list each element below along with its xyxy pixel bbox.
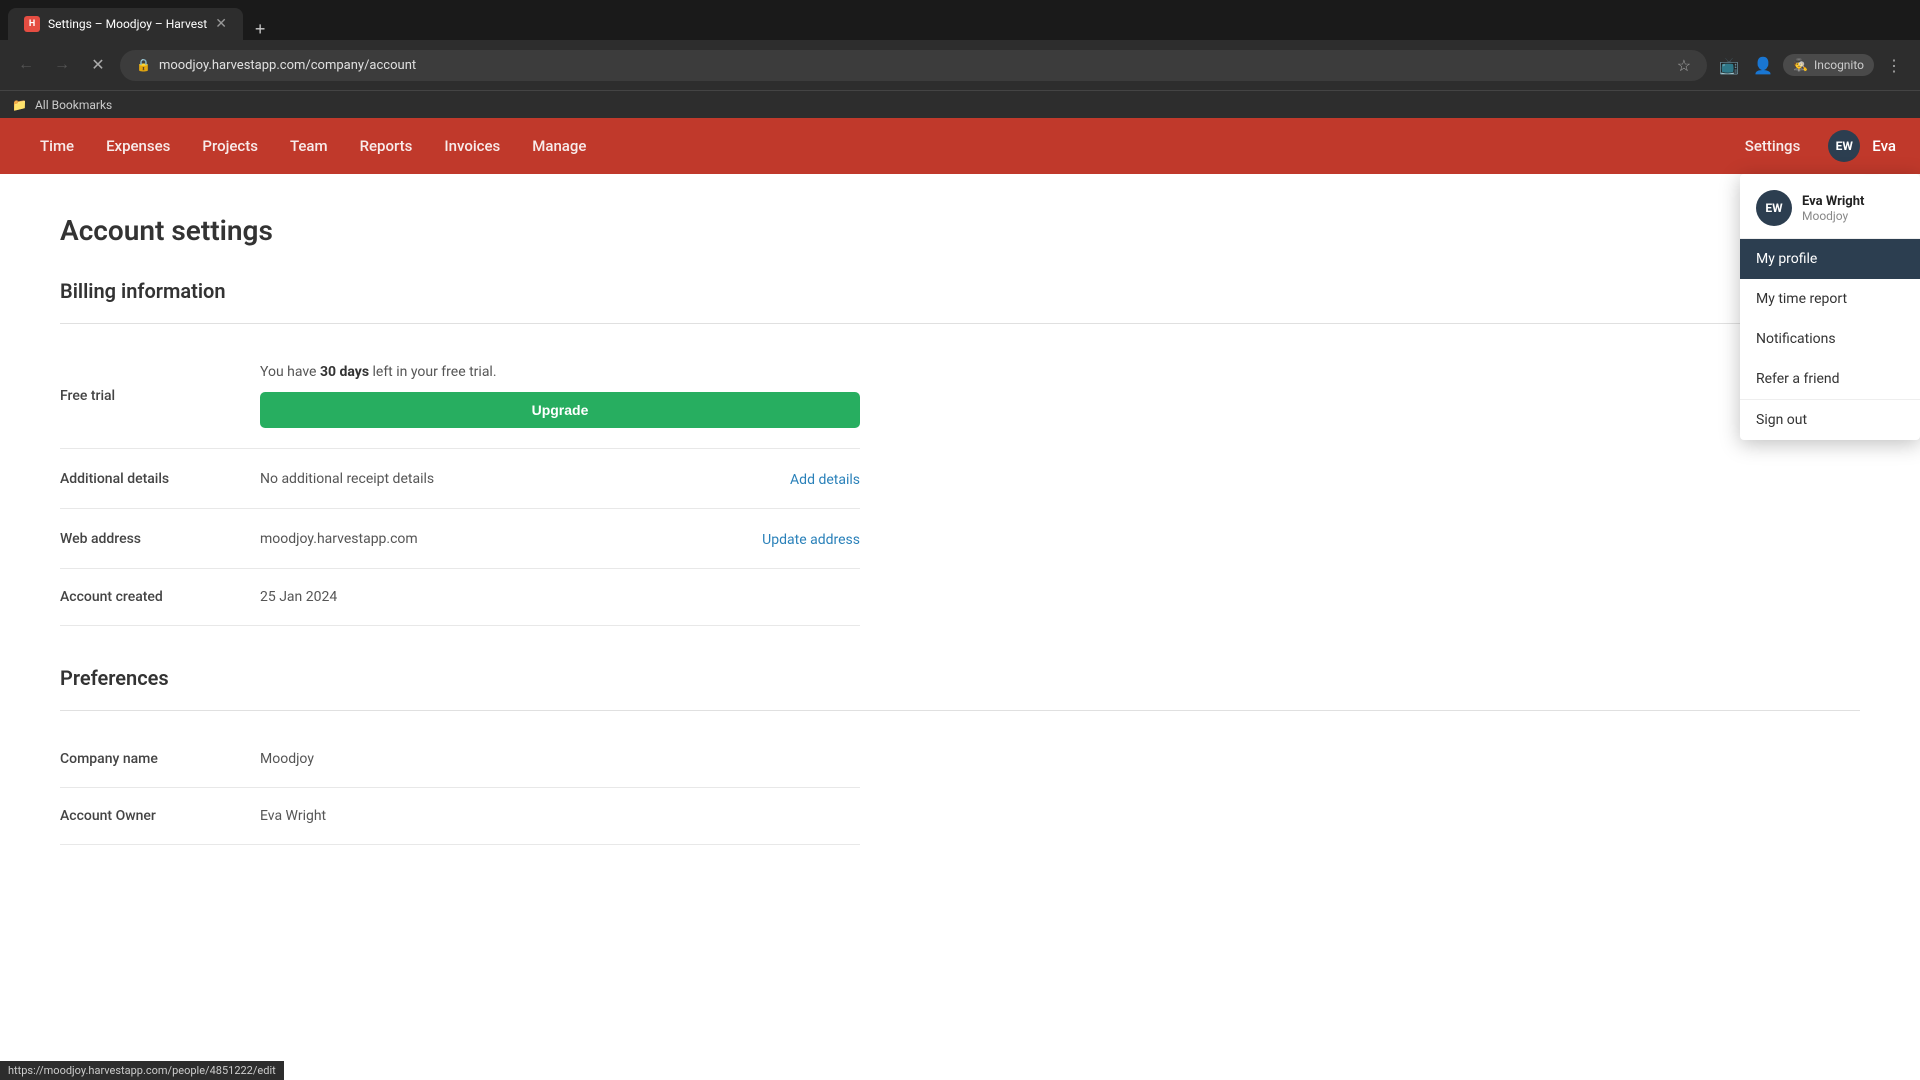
app-nav-container: Time Expenses Projects Team Reports Invo… [0, 118, 1920, 174]
dropdown-item-sign-out[interactable]: Sign out [1740, 400, 1920, 440]
account-owner-row: Account Owner Eva Wright [60, 788, 860, 845]
menu-icon[interactable]: ⋮ [1880, 51, 1908, 79]
dropdown-user-org: Moodjoy [1802, 209, 1864, 223]
incognito-icon: 🕵 [1793, 58, 1808, 72]
billing-section-title: Billing information [60, 279, 1860, 303]
forward-button[interactable]: → [48, 51, 76, 79]
update-address-link[interactable]: Update address [762, 532, 860, 548]
nav-right: Settings EW Eva [1729, 118, 1896, 174]
account-created-value: 25 Jan 2024 [260, 589, 860, 605]
nav-manage[interactable]: Manage [516, 118, 602, 174]
lock-icon: 🔒 [136, 58, 151, 72]
nav-team[interactable]: Team [274, 118, 344, 174]
additional-details-label: Additional details [60, 471, 260, 487]
add-details-action[interactable]: Add details [790, 469, 860, 488]
address-text: moodjoy.harvestapp.com/company/account [159, 58, 1669, 73]
user-name-button[interactable]: Eva [1872, 137, 1896, 155]
account-owner-label: Account Owner [60, 808, 260, 824]
dropdown-item-my-profile[interactable]: My profile [1740, 239, 1920, 279]
dropdown-user-name: Eva Wright [1802, 194, 1864, 209]
dropdown-menu: EW Eva Wright Moodjoy My profile My time… [1740, 174, 1920, 440]
incognito-badge: 🕵 Incognito [1783, 54, 1874, 76]
free-trial-value: You have 30 days left in your free trial… [260, 364, 860, 428]
additional-details-value: No additional receipt details [260, 471, 790, 487]
new-tab-button[interactable]: + [247, 19, 274, 40]
free-trial-label: Free trial [60, 388, 260, 404]
browser-toolbar: ← → ✕ 🔒 moodjoy.harvestapp.com/company/a… [0, 40, 1920, 90]
account-owner-value: Eva Wright [260, 808, 860, 824]
app-nav: Time Expenses Projects Team Reports Invo… [0, 118, 1920, 174]
nav-reports[interactable]: Reports [344, 118, 429, 174]
nav-time[interactable]: Time [24, 118, 90, 174]
address-bar[interactable]: 🔒 moodjoy.harvestapp.com/company/account… [120, 50, 1707, 81]
cast-icon[interactable]: 📺 [1715, 51, 1743, 79]
free-trial-row: Free trial You have 30 days left in your… [60, 344, 860, 449]
status-bar: https://moodjoy.harvestapp.com/people/48… [0, 1061, 284, 1080]
dropdown-user-info: Eva Wright Moodjoy [1802, 194, 1864, 223]
web-address-row: Web address moodjoy.harvestapp.com Updat… [60, 509, 860, 569]
free-trial-suffix: left in your free trial. [369, 364, 497, 380]
dropdown-item-my-time-report[interactable]: My time report [1740, 279, 1920, 319]
bookmarks-folder-icon: 📁 [12, 98, 27, 112]
tab-favicon: H [24, 16, 40, 32]
company-name-row: Company name Moodjoy [60, 731, 860, 788]
additional-details-row: Additional details No additional receipt… [60, 449, 860, 509]
web-address-label: Web address [60, 531, 260, 547]
bookmark-icon[interactable]: ☆ [1677, 56, 1691, 75]
incognito-label: Incognito [1814, 58, 1864, 72]
settings-link[interactable]: Settings [1729, 118, 1817, 174]
status-url: https://moodjoy.harvestapp.com/people/48… [8, 1064, 276, 1077]
page-title: Account settings [60, 214, 1860, 247]
preferences-divider [60, 710, 1860, 711]
browser-chrome: H Settings – Moodjoy – Harvest ✕ + ← → ✕… [0, 0, 1920, 90]
browser-tabs: H Settings – Moodjoy – Harvest ✕ + [0, 0, 1920, 40]
update-address-action[interactable]: Update address [762, 529, 860, 548]
nav-projects[interactable]: Projects [186, 118, 274, 174]
nav-invoices[interactable]: Invoices [428, 118, 516, 174]
tab-title: Settings – Moodjoy – Harvest [48, 17, 207, 31]
back-button[interactable]: ← [12, 51, 40, 79]
dropdown-item-notifications[interactable]: Notifications [1740, 319, 1920, 359]
account-created-row: Account created 25 Jan 2024 [60, 569, 860, 626]
billing-divider [60, 323, 1860, 324]
toolbar-actions: 📺 👤 🕵 Incognito ⋮ [1715, 51, 1908, 79]
dropdown-item-refer-a-friend[interactable]: Refer a friend [1740, 359, 1920, 399]
main-content: Account settings Billing information Fre… [0, 174, 1920, 1080]
dropdown-header: EW Eva Wright Moodjoy [1740, 174, 1920, 239]
nav-expenses[interactable]: Expenses [90, 118, 186, 174]
free-trial-text: You have 30 days left in your free trial… [260, 364, 860, 380]
company-name-value: Moodjoy [260, 751, 860, 767]
account-created-label: Account created [60, 589, 260, 605]
dropdown-avatar: EW [1756, 190, 1792, 226]
reload-button[interactable]: ✕ [84, 51, 112, 79]
tab-close-button[interactable]: ✕ [215, 16, 227, 32]
web-address-value: moodjoy.harvestapp.com [260, 531, 762, 547]
upgrade-button[interactable]: Upgrade [260, 392, 860, 428]
bookmarks-label[interactable]: All Bookmarks [35, 98, 112, 112]
days-bold: 30 days [320, 364, 369, 380]
bookmarks-bar: 📁 All Bookmarks [0, 90, 1920, 118]
user-avatar[interactable]: EW [1828, 130, 1860, 162]
profile-icon[interactable]: 👤 [1749, 51, 1777, 79]
add-details-link[interactable]: Add details [790, 472, 860, 488]
preferences-section: Preferences Company name Moodjoy Account… [60, 666, 1860, 845]
company-name-label: Company name [60, 751, 260, 767]
preferences-section-title: Preferences [60, 666, 1860, 690]
active-tab[interactable]: H Settings – Moodjoy – Harvest ✕ [8, 8, 243, 40]
